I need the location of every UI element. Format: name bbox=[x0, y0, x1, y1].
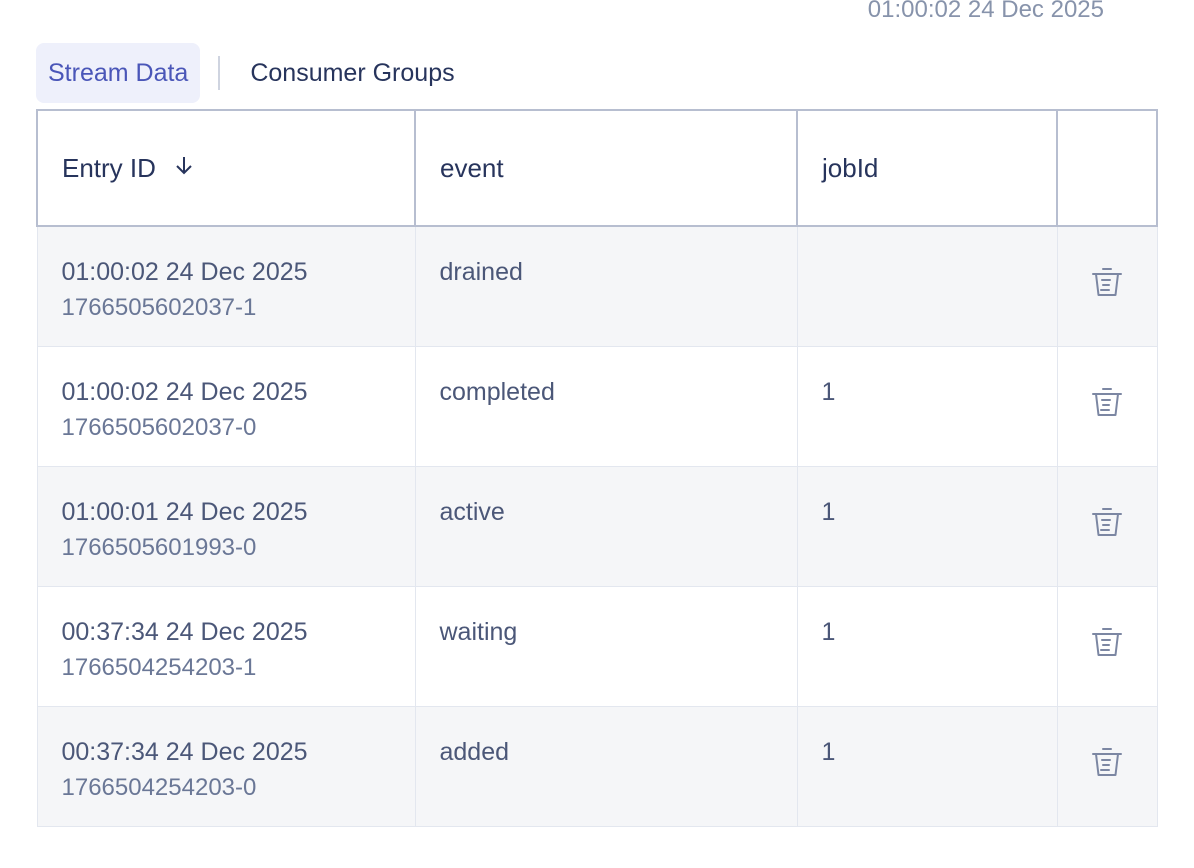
entry-id-cell: 01:00:01 24 Dec 2025 1766505601993-0 bbox=[36, 465, 416, 587]
trash-icon[interactable] bbox=[1087, 503, 1127, 543]
jobid-value: 1 bbox=[821, 377, 836, 406]
column-header-jobid: jobId bbox=[796, 109, 1058, 227]
jobid-cell: 1 bbox=[796, 585, 1058, 707]
event-value: added bbox=[439, 737, 510, 766]
entry-timestamp: 01:00:02 24 Dec 2025 bbox=[61, 377, 308, 406]
jobid-value: 1 bbox=[821, 737, 836, 766]
entry-id-cell: 00:37:34 24 Dec 2025 1766504254203-1 bbox=[36, 585, 416, 707]
entry-timestamp: 01:00:01 24 Dec 2025 bbox=[61, 497, 308, 526]
jobid-value: 1 bbox=[821, 617, 836, 646]
entry-id-cell: 00:37:34 24 Dec 2025 1766504254203-0 bbox=[36, 705, 416, 827]
entry-id: 1766505602037-0 bbox=[61, 413, 257, 441]
event-cell: drained bbox=[414, 225, 798, 347]
event-cell: waiting bbox=[414, 585, 798, 707]
stream-entries-table: Entry ID event jobId 01:00:02 24 Dec 202… bbox=[36, 109, 1158, 827]
entry-timestamp: 01:00:02 24 Dec 2025 bbox=[61, 258, 308, 286]
table-row: 01:00:01 24 Dec 2025 1766505601993-0 act… bbox=[36, 465, 1158, 587]
event-cell: active bbox=[414, 465, 798, 587]
trash-icon[interactable] bbox=[1087, 623, 1127, 663]
event-value: drained bbox=[439, 258, 523, 286]
arrow-down-icon[interactable] bbox=[173, 152, 195, 183]
jobid-cell: 1 bbox=[796, 465, 1058, 587]
table-row: 01:00:02 24 Dec 2025 1766505602037-1 dra… bbox=[36, 225, 1158, 347]
entry-timestamp: 00:37:34 24 Dec 2025 bbox=[61, 737, 308, 766]
table-header-row: Entry ID event jobId bbox=[36, 109, 1158, 227]
tab-stream-data[interactable]: Stream Data bbox=[36, 43, 201, 103]
trash-icon[interactable] bbox=[1087, 383, 1127, 423]
event-value: active bbox=[439, 497, 505, 526]
column-header-label: Entry ID bbox=[62, 152, 156, 183]
actions-cell bbox=[1056, 585, 1158, 707]
event-cell: added bbox=[414, 705, 798, 827]
entry-id: 1766504254203-0 bbox=[61, 773, 257, 801]
actions-cell bbox=[1056, 345, 1158, 467]
entry-id: 1766505602037-1 bbox=[61, 294, 257, 321]
trash-icon[interactable] bbox=[1087, 743, 1127, 783]
actions-cell bbox=[1056, 225, 1158, 347]
jobid-cell: 1 bbox=[796, 345, 1058, 467]
jobid-cell bbox=[796, 225, 1058, 347]
entry-id: 1766504254203-1 bbox=[61, 653, 257, 681]
trash-icon[interactable] bbox=[1087, 263, 1127, 303]
actions-cell bbox=[1056, 465, 1158, 587]
event-value: waiting bbox=[439, 617, 518, 646]
tab-bar: Stream Data Consumer Groups bbox=[36, 43, 467, 103]
entry-id-cell: 01:00:02 24 Dec 2025 1766505602037-0 bbox=[36, 345, 416, 467]
table-row: 01:00:02 24 Dec 2025 1766505602037-0 com… bbox=[36, 345, 1158, 467]
event-value: completed bbox=[439, 377, 555, 406]
last-refresh-timestamp: 01:00:02 24 Dec 2025 bbox=[867, 0, 1104, 23]
column-header-event: event bbox=[414, 109, 798, 227]
entry-id: 1766505601993-0 bbox=[61, 533, 257, 561]
jobid-value: 1 bbox=[821, 497, 836, 526]
tab-consumer-groups[interactable]: Consumer Groups bbox=[220, 43, 466, 103]
event-cell: completed bbox=[414, 345, 798, 467]
jobid-cell: 1 bbox=[796, 705, 1058, 827]
column-header-entry-id[interactable]: Entry ID bbox=[36, 109, 416, 227]
table-row: 00:37:34 24 Dec 2025 1766504254203-0 add… bbox=[36, 705, 1158, 827]
table-row: 00:37:34 24 Dec 2025 1766504254203-1 wai… bbox=[36, 585, 1158, 707]
entry-id-cell: 01:00:02 24 Dec 2025 1766505602037-1 bbox=[36, 225, 416, 347]
entry-timestamp: 00:37:34 24 Dec 2025 bbox=[61, 617, 308, 646]
column-header-actions bbox=[1056, 109, 1158, 227]
actions-cell bbox=[1056, 705, 1158, 827]
